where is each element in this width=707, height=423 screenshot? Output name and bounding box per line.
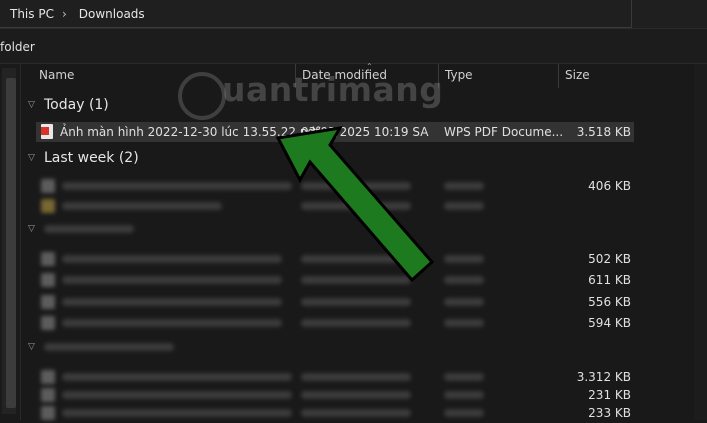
file-icon <box>41 252 55 266</box>
watermark-logo-icon <box>178 72 226 120</box>
file-row[interactable] <box>36 196 634 216</box>
blurred-date <box>301 373 411 381</box>
pdf-file-icon <box>41 124 53 139</box>
column-type[interactable]: Type <box>438 64 559 88</box>
file-row[interactable]: 406 KB <box>36 176 634 196</box>
blurred-type <box>444 255 484 263</box>
blurred-name <box>62 255 282 263</box>
group-blurred[interactable]: ▽ <box>28 224 134 234</box>
group-today-label: Today (1) <box>44 97 109 113</box>
blurred-date <box>301 255 411 263</box>
blurred-name <box>62 373 292 381</box>
file-row[interactable]: 594 KB <box>36 313 634 333</box>
navigation-pane[interactable] <box>0 64 21 420</box>
chevron-down-icon[interactable]: ▽ <box>28 342 38 352</box>
blurred-date <box>301 319 411 327</box>
new-folder-button[interactable]: folder <box>0 40 35 54</box>
group-blurred[interactable]: ▽ <box>28 342 174 352</box>
file-icon <box>41 316 55 330</box>
column-size[interactable]: Size <box>558 64 645 88</box>
chevron-down-icon[interactable]: ▽ <box>28 224 38 234</box>
file-row[interactable]: 233 KB <box>36 403 634 423</box>
chevron-down-icon[interactable]: ▽ <box>28 153 38 163</box>
group-last-week[interactable]: ▽ Last week (2) <box>28 150 139 166</box>
blurred-date <box>301 276 411 284</box>
blurred-date <box>301 182 411 190</box>
folder-icon <box>41 199 55 213</box>
file-icon <box>41 370 55 384</box>
file-size: 406 KB <box>588 179 631 193</box>
breadcrumb: This PC › Downloads <box>0 0 151 28</box>
blurred-name <box>62 298 282 306</box>
blurred-type <box>444 276 484 284</box>
file-icon <box>41 273 55 287</box>
chevron-down-icon[interactable]: ▽ <box>28 100 38 110</box>
file-size: 231 KB <box>588 388 631 402</box>
file-size: 233 KB <box>588 406 631 420</box>
breadcrumb-this-pc[interactable]: This PC <box>0 7 60 21</box>
blurred-group-label <box>44 343 174 351</box>
file-icon <box>41 179 55 193</box>
blurred-date <box>301 391 411 399</box>
blurred-date <box>301 409 411 417</box>
file-size: 502 KB <box>588 252 631 266</box>
file-icon <box>41 406 55 420</box>
blurred-type <box>444 391 484 399</box>
file-icon <box>41 295 55 309</box>
file-row[interactable]: 611 KB <box>36 270 634 290</box>
file-row[interactable]: 502 KB <box>36 249 634 269</box>
file-size: 556 KB <box>588 295 631 309</box>
blurred-name <box>62 409 292 417</box>
column-size-label: Size <box>565 68 590 82</box>
file-row-selected[interactable]: Ảnh màn hình 2022-12-30 lúc 13.55.22.pdf… <box>36 122 634 142</box>
nav-scrollbar[interactable] <box>2 68 16 414</box>
file-size: 594 KB <box>588 316 631 330</box>
blurred-group-label <box>44 225 134 233</box>
file-icon <box>41 388 55 402</box>
blurred-type <box>444 373 484 381</box>
blurred-type <box>444 202 484 210</box>
blurred-name <box>62 202 222 210</box>
list-scrollbar[interactable] <box>694 64 707 420</box>
group-today[interactable]: ▽ Today (1) <box>28 97 109 113</box>
blurred-name <box>62 391 292 399</box>
column-name-label: Name <box>39 68 75 82</box>
file-size: 611 KB <box>588 273 631 287</box>
column-type-label: Type <box>445 68 473 82</box>
blurred-name <box>62 182 292 190</box>
breadcrumb-downloads[interactable]: Downloads <box>69 7 151 21</box>
blurred-type <box>444 298 484 306</box>
blurred-date <box>301 202 411 210</box>
chevron-right-icon[interactable]: › <box>60 7 69 21</box>
blurred-name <box>62 319 282 327</box>
group-last-week-label: Last week (2) <box>44 150 139 166</box>
blurred-date <box>301 298 411 306</box>
file-date: 03/03/2025 10:19 SA <box>301 125 429 139</box>
nav-scrollbar-thumb[interactable] <box>6 78 16 408</box>
address-bar[interactable]: This PC › Downloads <box>0 0 707 28</box>
file-size: 3.312 KB <box>576 370 631 384</box>
file-name: Ảnh màn hình 2022-12-30 lúc 13.55.22.pdf <box>60 125 320 139</box>
blurred-type <box>444 182 484 190</box>
file-row[interactable]: 231 KB <box>36 385 634 405</box>
file-size: 3.518 KB <box>576 125 631 139</box>
watermark-text: uantrimang <box>222 70 444 109</box>
file-type: WPS PDF Docume... <box>444 125 564 139</box>
command-bar: folder <box>0 28 707 64</box>
blurred-name <box>62 276 282 284</box>
blurred-type <box>444 319 484 327</box>
blurred-type <box>444 409 484 417</box>
file-row[interactable]: 556 KB <box>36 292 634 312</box>
file-row[interactable]: 3.312 KB <box>36 367 634 387</box>
